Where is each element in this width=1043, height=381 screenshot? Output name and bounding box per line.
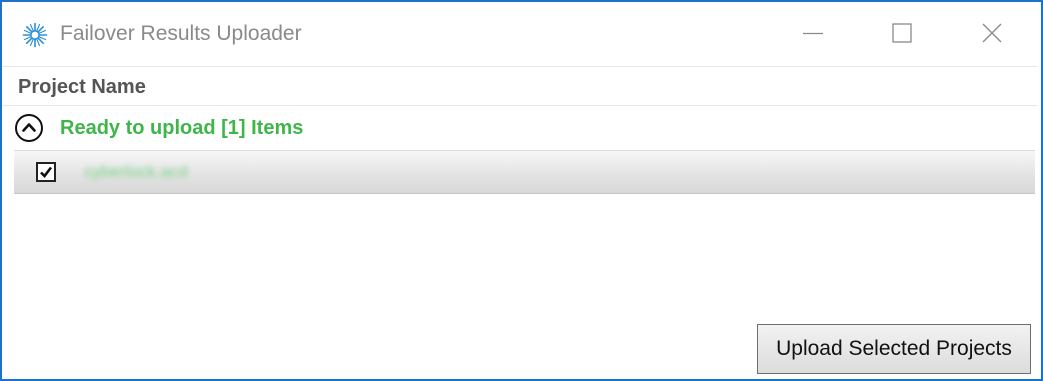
table-row[interactable]: cyberlock.acd [14, 150, 1035, 194]
maximize-icon [892, 23, 912, 43]
app-window: Failover Results Uploader Project Name R… [0, 0, 1043, 381]
item-checkbox[interactable] [36, 162, 56, 182]
minimize-button[interactable] [768, 2, 858, 64]
project-name-cell: cyberlock.acd [84, 162, 188, 181]
upload-selected-projects-button[interactable]: Upload Selected Projects [757, 324, 1031, 374]
close-icon [982, 23, 1002, 43]
close-button[interactable] [947, 2, 1037, 64]
title-bar[interactable]: Failover Results Uploader [2, 2, 1041, 64]
window-title: Failover Results Uploader [60, 22, 302, 45]
maximize-button[interactable] [857, 2, 947, 64]
group-label: Ready to upload [1] Items [60, 117, 304, 139]
agilent-spark-icon [22, 22, 48, 48]
minimize-icon [803, 23, 823, 43]
chevron-up-circle-icon[interactable] [14, 113, 44, 143]
column-header-project-name[interactable]: Project Name [2, 66, 1037, 106]
checkmark-icon [40, 166, 53, 178]
group-header-ready-to-upload[interactable]: Ready to upload [1] Items [2, 108, 1037, 148]
column-header-label: Project Name [18, 76, 146, 98]
